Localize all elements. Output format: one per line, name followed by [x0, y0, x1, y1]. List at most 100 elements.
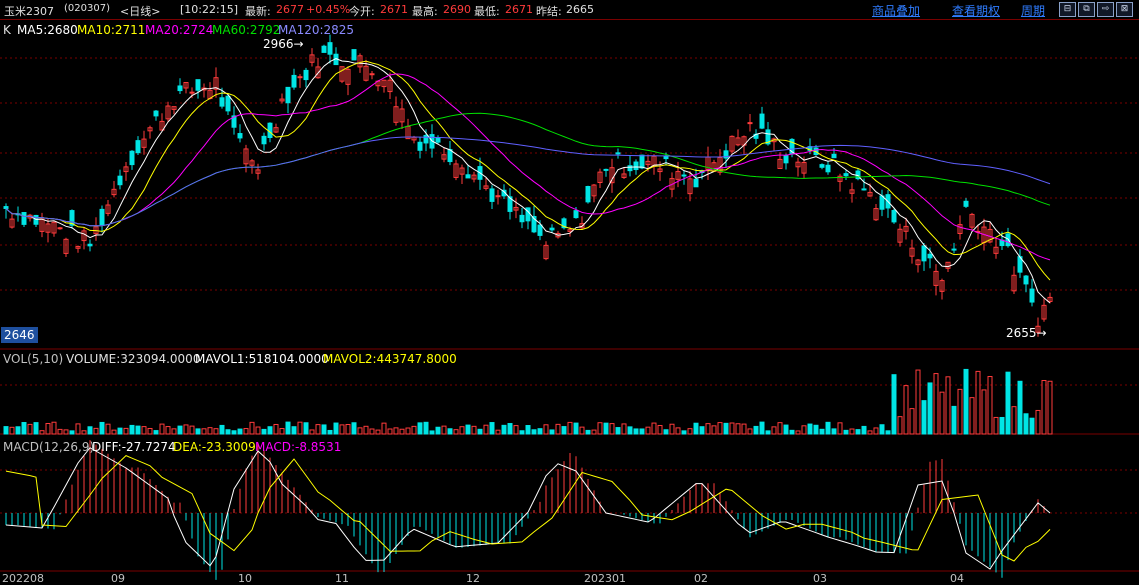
- volume-bar: [87, 426, 93, 435]
- volume-bar: [267, 426, 273, 435]
- volume-bar: [1035, 409, 1041, 435]
- kline-chart[interactable]: [0, 20, 1139, 585]
- volume-bar: [783, 424, 789, 435]
- arrow-right-icon[interactable]: ⇨: [1097, 2, 1114, 17]
- period-link[interactable]: 周期: [1021, 2, 1045, 19]
- dea-line: [5, 455, 1051, 562]
- volume-bar: [915, 369, 921, 435]
- volume-bar: [357, 427, 363, 435]
- volume-bar: [891, 374, 897, 435]
- candle-body: [303, 69, 309, 81]
- volume-bar: [477, 428, 483, 435]
- volume-bar: [27, 423, 33, 435]
- candle-body: [435, 137, 441, 143]
- volume-bar: [993, 416, 999, 435]
- candle-body: [681, 174, 687, 177]
- volume-bar: [897, 416, 903, 435]
- volume-bar: [297, 421, 303, 435]
- x-label-12: 12: [466, 572, 480, 585]
- window-restore-icon[interactable]: ⊟: [1059, 2, 1076, 17]
- volume-bar: [213, 428, 219, 435]
- volume-bar: [435, 426, 441, 435]
- volume-bar: [903, 385, 909, 435]
- candle-body: [759, 113, 765, 129]
- volume-bar: [219, 424, 225, 435]
- candle-body: [921, 245, 927, 262]
- ma5-value: MA5:2680: [17, 23, 78, 37]
- ma10-value: MA10:2711: [77, 23, 146, 37]
- volume-bar: [375, 429, 381, 435]
- ma120-value: MA120:2825: [278, 23, 355, 37]
- volume-bar: [495, 429, 501, 435]
- volume-bar: [507, 423, 513, 435]
- volume-bar: [105, 423, 111, 435]
- volume-bar: [369, 428, 375, 435]
- volume-bar: [603, 422, 609, 435]
- ma5-line: [5, 58, 1051, 304]
- volume-bar: [225, 429, 231, 435]
- candle-body: [585, 186, 591, 203]
- volume-bar: [171, 428, 177, 435]
- volume-bar: [561, 426, 567, 435]
- quote-time: [10:22:15]: [180, 3, 238, 16]
- volume-bar: [189, 425, 195, 435]
- x-label-10: 10: [238, 572, 252, 585]
- volume-bar: [441, 425, 447, 435]
- candle-body: [237, 133, 243, 139]
- volume-bar: [261, 428, 267, 435]
- volume-bar: [699, 426, 705, 435]
- volume-bar: [873, 427, 879, 435]
- volume-bar: [381, 422, 387, 435]
- volume-bar: [111, 429, 117, 435]
- volume-bar: [231, 430, 237, 435]
- volume-bar: [837, 422, 843, 435]
- volume-bar: [177, 425, 183, 435]
- volume-bar: [741, 423, 747, 435]
- candle-body: [129, 150, 135, 166]
- candle-body: [537, 224, 543, 236]
- candle-body: [747, 122, 753, 125]
- macd-title: MACD(12,26,9): [3, 440, 95, 454]
- volume-bar: [537, 428, 543, 435]
- volume-bar: [621, 423, 627, 435]
- volume-bar: [759, 421, 765, 435]
- volume-bar: [615, 427, 621, 435]
- volume-bar: [609, 423, 615, 435]
- candle-body: [927, 253, 933, 259]
- volume-bar: [39, 430, 45, 435]
- candle-body: [3, 206, 9, 209]
- candle-body: [819, 164, 825, 168]
- candle-body: [57, 227, 63, 230]
- ma20-value: MA20:2724: [145, 23, 214, 37]
- volume-bar: [135, 425, 141, 435]
- diff-value: DIFF:-27.7274: [92, 440, 176, 454]
- candle-body: [693, 178, 699, 188]
- prev-settle-label: 昨结:: [536, 5, 562, 18]
- volume-bar: [957, 388, 963, 435]
- candle-body: [951, 248, 957, 251]
- candle-body: [663, 155, 669, 160]
- period-label: <日线>: [120, 5, 161, 18]
- candle-body: [177, 85, 183, 92]
- ma60-value: MA60:2792: [212, 23, 281, 37]
- candle-body: [1029, 288, 1035, 303]
- volume-bar: [747, 428, 753, 435]
- volume-bar: [927, 382, 933, 435]
- volume-bar: [519, 430, 525, 435]
- volume-bar: [855, 429, 861, 435]
- window-close-icon[interactable]: ⊠: [1116, 2, 1133, 17]
- volume-bar: [813, 424, 819, 435]
- window-split-icon[interactable]: ⧉: [1078, 2, 1095, 17]
- view-options-link[interactable]: 查看期权: [952, 2, 1000, 19]
- volume-bar: [597, 422, 603, 435]
- candle-body: [189, 91, 195, 94]
- volume-bar: [885, 430, 891, 435]
- x-label-02: 02: [694, 572, 708, 585]
- volume-bar: [567, 421, 573, 435]
- volume-bar: [345, 423, 351, 435]
- commodity-overlay-link[interactable]: 商品叠加: [872, 2, 920, 19]
- volume-bar: [291, 426, 297, 435]
- mavol1-value: MAVOL1:518104.0000: [195, 352, 329, 366]
- volume-bar: [771, 426, 777, 435]
- candle-body: [825, 164, 831, 173]
